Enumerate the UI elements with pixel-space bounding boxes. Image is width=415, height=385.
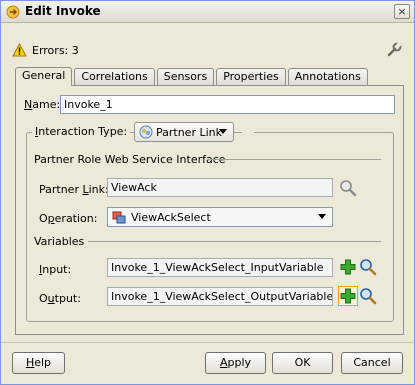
partner-link-icon <box>139 125 153 139</box>
help-button[interactable]: Help <box>12 352 65 374</box>
window-title: Edit Invoke <box>25 4 101 18</box>
input-variable-field[interactable]: Invoke_1_ViewAckSelect_InputVariable <box>107 258 333 277</box>
tab-general[interactable]: General <box>15 67 73 86</box>
variables-section-label: Variables <box>34 235 85 248</box>
ok-button[interactable]: OK <box>272 352 333 374</box>
search-icon[interactable] <box>359 287 377 305</box>
invoke-icon <box>6 5 20 19</box>
warning-icon <box>12 43 27 57</box>
search-icon[interactable] <box>339 179 357 197</box>
interaction-type-value: Partner Link <box>156 125 222 139</box>
close-button[interactable]: × <box>394 4 410 19</box>
errors-indicator[interactable]: Errors: 3 <box>12 42 79 58</box>
add-icon[interactable] <box>339 258 357 276</box>
partner-role-divider <box>208 159 381 160</box>
chevron-down-icon <box>318 214 326 219</box>
name-field[interactable]: Invoke_1 <box>60 95 395 114</box>
tab-properties[interactable]: Properties <box>216 68 286 86</box>
partner-link-field[interactable]: ViewAck <box>107 178 333 197</box>
general-tab-panel: Name: Invoke_1 Interaction Type: Partner… <box>15 85 404 335</box>
tab-strip: General Correlations Sensors Properties … <box>15 67 370 86</box>
partner-link-label: Partner Link: <box>39 183 109 196</box>
operation-value: ViewAckSelect <box>131 210 211 224</box>
add-icon[interactable] <box>339 287 357 305</box>
footer-divider <box>1 342 414 343</box>
partner-role-section-label: Partner Role Web Service Interface <box>34 153 226 166</box>
name-label: Name: <box>24 98 61 111</box>
edit-invoke-dialog: Edit Invoke × Errors: 3 General Correlat… <box>0 0 415 385</box>
cancel-button[interactable]: Cancel <box>341 352 403 374</box>
tab-annotations[interactable]: Annotations <box>287 68 368 86</box>
chevron-down-icon <box>219 129 227 134</box>
operation-icon <box>112 211 126 223</box>
apply-button[interactable]: Apply <box>205 352 266 374</box>
operation-dropdown[interactable]: ViewAckSelect <box>107 207 333 227</box>
operation-label: Operation: <box>39 212 98 225</box>
search-icon[interactable] <box>359 258 377 276</box>
tab-sensors[interactable]: Sensors <box>156 68 215 86</box>
interaction-type-label: Interaction Type: <box>32 125 131 138</box>
tab-correlations[interactable]: Correlations <box>74 68 155 86</box>
input-label: Input: <box>39 263 72 276</box>
interaction-type-dropdown[interactable]: Partner Link <box>134 122 234 142</box>
close-icon: × <box>397 5 407 18</box>
wrench-icon[interactable] <box>386 42 402 58</box>
title-bar[interactable]: Edit Invoke × <box>1 1 414 23</box>
output-label: Output: <box>39 292 81 305</box>
errors-text: Errors: 3 <box>32 43 79 57</box>
variables-divider <box>88 241 381 242</box>
output-variable-field[interactable]: Invoke_1_ViewAckSelect_OutputVariable <box>107 287 333 306</box>
